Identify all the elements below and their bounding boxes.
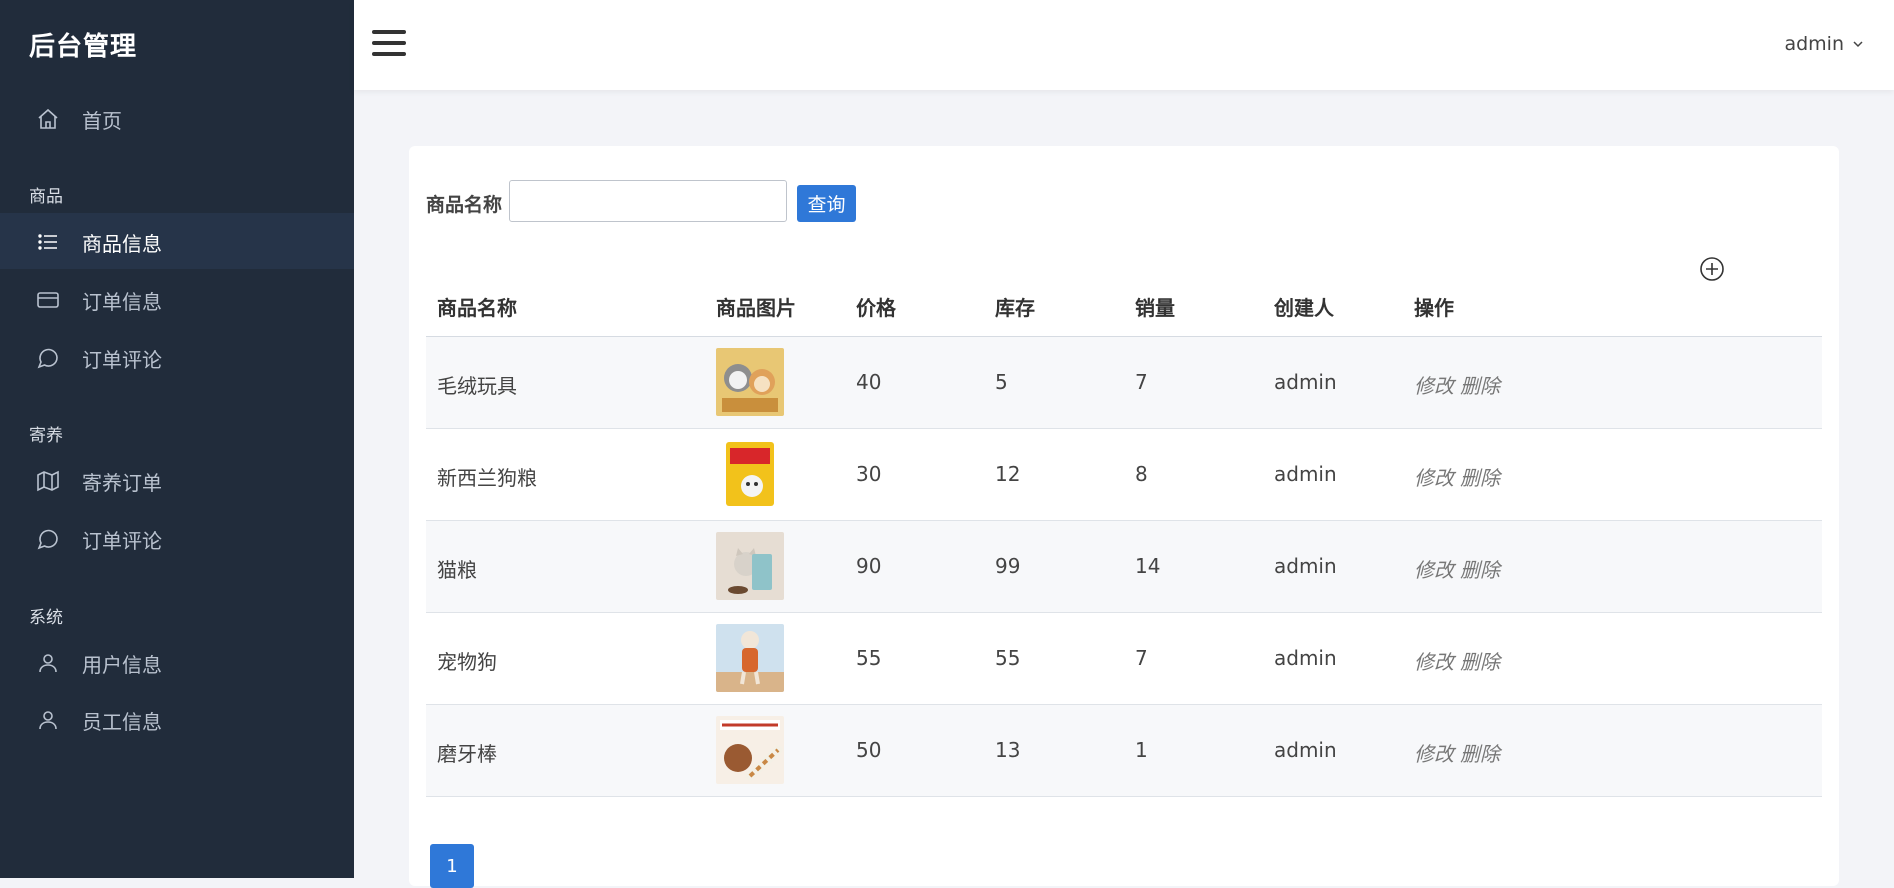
delete-link[interactable]: 删除 <box>1460 462 1500 491</box>
sidebar: 后台管理 首页 商品 商品信息 订单信息 订单评论 寄养 寄养订单 订单评论 系… <box>0 0 354 878</box>
cell-price: 30 <box>856 462 882 486</box>
cell-creator: admin <box>1274 554 1337 578</box>
cell-sales: 7 <box>1135 370 1148 394</box>
section-title-goods: 商品 <box>29 187 63 207</box>
home-icon <box>36 107 60 131</box>
delete-link[interactable]: 删除 <box>1460 554 1500 583</box>
search-label: 商品名称 <box>426 194 503 216</box>
cell-creator: admin <box>1274 646 1337 670</box>
edit-link[interactable]: 修改 <box>1414 646 1454 675</box>
sidebar-item-label: 员工信息 <box>82 710 162 734</box>
content-card: 商品名称 查询 商品名称 商品图片 价格 库存 销量 创建人 操作 毛绒玩具 4… <box>409 146 1839 888</box>
table-row: 磨牙棒 50 13 1 admin 修改 删除 <box>426 705 1822 797</box>
comment-icon <box>36 527 60 551</box>
sidebar-item-label: 订单评论 <box>82 529 162 553</box>
map-icon <box>36 469 60 493</box>
product-image-chew-stick <box>716 716 784 784</box>
cell-stock: 5 <box>995 370 1008 394</box>
column-header-stock: 库存 <box>995 296 1035 320</box>
cell-price: 40 <box>856 370 882 394</box>
cell-price: 90 <box>856 554 882 578</box>
pagination-page-button[interactable]: 1 <box>430 844 474 888</box>
edit-link[interactable]: 修改 <box>1414 738 1454 767</box>
sidebar-item-label: 订单信息 <box>82 290 162 314</box>
cell-name: 猫粮 <box>437 558 477 582</box>
delete-link[interactable]: 删除 <box>1460 738 1500 767</box>
sidebar-item-label: 寄养订单 <box>82 471 162 495</box>
table-header <box>426 286 1822 338</box>
brand-title: 后台管理 <box>29 32 138 62</box>
sidebar-item-home[interactable]: 首页 <box>0 90 354 146</box>
cell-sales: 1 <box>1135 738 1148 762</box>
search-button[interactable]: 查询 <box>797 185 856 222</box>
cell-stock: 13 <box>995 738 1021 762</box>
section-title-boarding: 寄养 <box>29 426 63 446</box>
edit-link[interactable]: 修改 <box>1414 370 1454 399</box>
table-row: 毛绒玩具 40 5 7 admin 修改 删除 <box>426 337 1822 429</box>
column-header-creator: 创建人 <box>1274 296 1334 320</box>
user-name: admin <box>1784 33 1844 55</box>
sidebar-item-user-info[interactable]: 用户信息 <box>0 634 354 690</box>
table-row: 新西兰狗粮 30 12 8 admin 修改 删除 <box>426 429 1822 521</box>
sidebar-item-order-comments[interactable]: 订单评论 <box>0 329 354 385</box>
sidebar-item-label: 首页 <box>82 109 122 133</box>
column-header-price: 价格 <box>856 296 896 320</box>
cell-name: 新西兰狗粮 <box>437 466 537 490</box>
credit-card-icon <box>36 288 60 312</box>
cell-name: 磨牙棒 <box>437 742 497 766</box>
table-row: 宠物狗 55 55 7 admin 修改 删除 <box>426 613 1822 705</box>
cell-creator: admin <box>1274 370 1337 394</box>
column-header-name: 商品名称 <box>437 296 517 320</box>
comment-icon <box>36 346 60 370</box>
user-icon <box>36 708 60 732</box>
edit-link[interactable]: 修改 <box>1414 554 1454 583</box>
sidebar-item-goods-info[interactable]: 商品信息 <box>0 213 354 269</box>
sidebar-item-boarding-comments[interactable]: 订单评论 <box>0 510 354 566</box>
cell-sales: 8 <box>1135 462 1148 486</box>
sidebar-item-label: 用户信息 <box>82 653 162 677</box>
cell-name: 宠物狗 <box>437 650 497 674</box>
product-image-plush-toy <box>716 348 784 416</box>
table-row: 猫粮 90 99 14 admin 修改 删除 <box>426 521 1822 613</box>
top-bar: admin <box>354 0 1894 90</box>
list-icon <box>36 230 60 254</box>
product-image-cat-food <box>716 532 784 600</box>
delete-link[interactable]: 删除 <box>1460 646 1500 675</box>
sidebar-item-order-info[interactable]: 订单信息 <box>0 271 354 327</box>
delete-link[interactable]: 删除 <box>1460 370 1500 399</box>
cell-creator: admin <box>1274 738 1337 762</box>
product-image-dog-food <box>716 440 784 508</box>
sidebar-item-label: 订单评论 <box>82 348 162 372</box>
search-input[interactable] <box>509 180 787 222</box>
section-title-system: 系统 <box>29 608 63 628</box>
column-header-image: 商品图片 <box>716 296 796 320</box>
cell-price: 55 <box>856 646 882 670</box>
cell-price: 50 <box>856 738 882 762</box>
column-header-actions: 操作 <box>1414 296 1454 320</box>
cell-sales: 7 <box>1135 646 1148 670</box>
column-header-sales: 销量 <box>1135 296 1175 320</box>
menu-toggle-icon[interactable] <box>372 30 406 56</box>
cell-stock: 12 <box>995 462 1021 486</box>
add-circle-icon[interactable] <box>1699 256 1725 282</box>
chevron-down-icon <box>1853 41 1863 48</box>
cell-stock: 99 <box>995 554 1021 578</box>
cell-name: 毛绒玩具 <box>437 374 517 398</box>
sidebar-item-staff-info[interactable]: 员工信息 <box>0 691 354 747</box>
sidebar-item-boarding-orders[interactable]: 寄养订单 <box>0 452 354 508</box>
cell-creator: admin <box>1274 462 1337 486</box>
user-menu[interactable]: admin <box>1784 33 1864 55</box>
user-icon <box>36 651 60 675</box>
sidebar-item-label: 商品信息 <box>82 232 162 256</box>
product-image-pet-dog <box>716 624 784 692</box>
edit-link[interactable]: 修改 <box>1414 462 1454 491</box>
cell-sales: 14 <box>1135 554 1161 578</box>
cell-stock: 55 <box>995 646 1021 670</box>
